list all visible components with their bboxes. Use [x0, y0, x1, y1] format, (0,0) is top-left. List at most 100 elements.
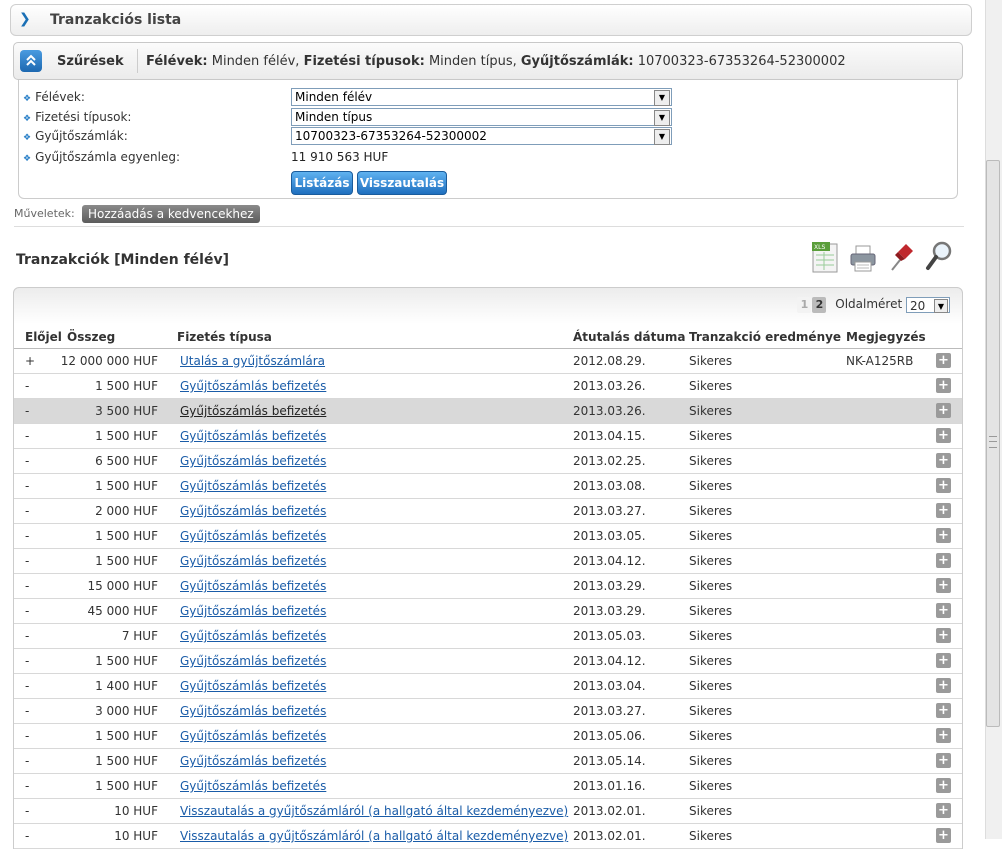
payment-type-link[interactable]: Gyűjtőszámlás befizetés — [180, 654, 326, 668]
table-row[interactable]: - 10 HUF Visszautalás a gyűjtőszámláról (a… — [14, 824, 962, 849]
expand-plus-icon[interactable]: + — [936, 553, 951, 568]
expand-plus-icon[interactable]: + — [936, 728, 951, 743]
table-row[interactable]: - 3 500 HUF Gyűjtőszámlás befizetés 2013.03… — [14, 399, 962, 424]
payment-types-select[interactable]: Minden típus ▼ — [291, 108, 672, 126]
filter-summary: Félévek: Minden félév, Fizetési típusok:… — [146, 54, 846, 69]
column-header-type[interactable]: Fizetés típusa — [177, 330, 272, 344]
column-header-result[interactable]: Tranzakció eredménye — [689, 330, 841, 344]
payment-type-link[interactable]: Gyűjtőszámlás befizetés — [180, 379, 326, 393]
payment-types-value: Minden típus — [295, 110, 373, 124]
expand-plus-icon[interactable]: + — [936, 703, 951, 718]
expand-plus-icon[interactable]: + — [936, 403, 951, 418]
table-row[interactable]: - 10 HUF Visszautalás a gyűjtőszámláról (a… — [14, 799, 962, 824]
payment-type-link[interactable]: Gyűjtőszámlás befizetés — [180, 704, 326, 718]
expand-plus-icon[interactable]: + — [936, 353, 951, 368]
page-link-current[interactable]: 2 — [812, 297, 827, 313]
table-row[interactable]: - 15 000 HUF Gyűjtőszámlás befizetés 2013.0… — [14, 574, 962, 599]
semesters-select[interactable]: Minden félév ▼ — [291, 88, 672, 106]
payment-type-link[interactable]: Gyűjtőszámlás befizetés — [180, 579, 326, 593]
payment-type-link[interactable]: Gyűjtőszámlás befizetés — [180, 554, 326, 568]
payment-type-link[interactable]: Gyűjtőszámlás befizetés — [180, 729, 326, 743]
pin-icon[interactable] — [886, 240, 916, 274]
column-header-amount[interactable]: Összeg — [67, 330, 115, 344]
collapse-filters-button[interactable] — [20, 50, 42, 72]
table-row[interactable]: - 1 500 HUF Gyűjtőszámlás befizetés 2013.04… — [14, 549, 962, 574]
page-link[interactable]: 1 — [797, 297, 812, 313]
table-row[interactable]: - 1 500 HUF Gyűjtőszámlás befizetés 2013.05… — [14, 724, 962, 749]
payment-type-link[interactable]: Gyűjtőszámlás befizetés — [180, 429, 326, 443]
payment-type-link[interactable]: Gyűjtőszámlás befizetés — [180, 629, 326, 643]
semesters-row: ❖ Félévek: — [23, 90, 85, 108]
table-row[interactable]: - 3 000 HUF Gyűjtőszámlás befizetés 2013.03… — [14, 699, 962, 724]
filter-panel: ❖ Félévek: Minden félév ▼ ❖ Fizetési típus… — [18, 80, 958, 199]
expand-plus-icon[interactable]: + — [936, 578, 951, 593]
scrollbar-thumb[interactable] — [986, 160, 1000, 727]
expand-plus-icon[interactable]: + — [936, 453, 951, 468]
expand-plus-icon[interactable]: + — [936, 503, 951, 518]
payment-type-link[interactable]: Gyűjtőszámlás befizetés — [180, 504, 326, 518]
payment-type-link[interactable]: Gyűjtőszámlás befizetés — [180, 779, 326, 793]
date-cell: 2013.03.27. — [573, 704, 646, 718]
page-title: Tranzakciós lista — [50, 12, 182, 28]
expand-plus-icon[interactable]: + — [936, 628, 951, 643]
payment-type-link[interactable]: Gyűjtőszámlás befizetés — [180, 404, 326, 418]
payment-type-link[interactable]: Visszautalás a gyűjtőszámláról (a hallga… — [180, 829, 568, 843]
expand-plus-icon[interactable]: + — [936, 428, 951, 443]
expand-plus-icon[interactable]: + — [936, 678, 951, 693]
table-row[interactable]: - 2 000 HUF Gyűjtőszámlás befizetés 2013.03… — [14, 499, 962, 524]
add-to-favorites-button[interactable]: Hozzáadás a kedvencekhez — [82, 205, 260, 223]
excel-export-icon[interactable]: XLS — [810, 240, 840, 274]
amount-cell: 1 500 HUF — [95, 729, 158, 743]
column-header-date[interactable]: Átutalás dátuma — [573, 330, 686, 344]
table-row[interactable]: - 1 400 HUF Gyűjtőszámlás befizetés 2013.03… — [14, 674, 962, 699]
table-row[interactable]: +12 000 000 HUF Utalás a gyűjtőszámlára 20… — [14, 349, 962, 374]
table-row[interactable]: - 1 500 HUF Gyűjtőszámlás befizetés 2013.04… — [14, 424, 962, 449]
expand-plus-icon[interactable]: + — [936, 603, 951, 618]
table-row[interactable]: - 6 500 HUF Gyűjtőszámlás befizetés 2013.02… — [14, 449, 962, 474]
refund-button[interactable]: Visszautalás — [357, 171, 447, 195]
payment-type-link[interactable]: Gyűjtőszámlás befizetés — [180, 529, 326, 543]
payment-type-link[interactable]: Gyűjtőszámlás befizetés — [180, 604, 326, 618]
expand-plus-icon[interactable]: + — [936, 528, 951, 543]
filters-label[interactable]: Szűrések — [57, 54, 124, 69]
dropdown-arrow-icon[interactable]: ▼ — [654, 90, 670, 106]
table-row[interactable]: - 45 000 HUF Gyűjtőszámlás befizetés 2013.0… — [14, 599, 962, 624]
dropdown-arrow-icon[interactable]: ▼ — [654, 129, 670, 145]
page-size-select[interactable]: 20 ▼ — [906, 297, 950, 313]
table-row[interactable]: - 1 500 HUF Gyűjtőszámlás befizetés 2013.03… — [14, 374, 962, 399]
table-row[interactable]: - 1 500 HUF Gyűjtőszámlás befizetés 2013.03… — [14, 474, 962, 499]
payment-type-link[interactable]: Gyűjtőszámlás befizetés — [180, 754, 326, 768]
payment-type-link[interactable]: Gyűjtőszámlás befizetés — [180, 679, 326, 693]
column-header-sign[interactable]: Előjel — [25, 330, 62, 344]
dropdown-arrow-icon[interactable]: ▼ — [654, 110, 670, 126]
note-cell: NK-A125RB — [846, 354, 914, 368]
payment-type-link[interactable]: Gyűjtőszámlás befizetés — [180, 479, 326, 493]
result-cell: Sikeres — [689, 554, 733, 568]
search-icon[interactable] — [924, 240, 954, 274]
dropdown-arrow-icon[interactable]: ▼ — [934, 299, 948, 313]
table-row[interactable]: - 7 HUF Gyűjtőszámlás befizetés 2013.05.03.… — [14, 624, 962, 649]
expand-plus-icon[interactable]: + — [936, 778, 951, 793]
expand-plus-icon[interactable]: + — [936, 828, 951, 843]
accounts-select[interactable]: 10700323-67353264-52300002 ▼ — [291, 127, 672, 145]
payment-type-link[interactable]: Utalás a gyűjtőszámlára — [180, 354, 325, 368]
payment-type-link[interactable]: Gyűjtőszámlás befizetés — [180, 454, 326, 468]
table-row[interactable]: - 1 500 HUF Gyűjtőszámlás befizetés 2013.04… — [14, 649, 962, 674]
column-header-note[interactable]: Megjegyzés — [846, 330, 926, 344]
amount-cell: 1 500 HUF — [95, 654, 158, 668]
accounts-row: ❖ Gyűjtőszámlák: — [23, 129, 128, 147]
print-icon[interactable] — [848, 240, 878, 274]
amount-cell: 10 HUF — [114, 829, 158, 843]
payment-type-link[interactable]: Visszautalás a gyűjtőszámláról (a hallga… — [180, 804, 568, 818]
table-row[interactable]: - 1 500 HUF Gyűjtőszámlás befizetés 2013.01… — [14, 774, 962, 799]
vertical-scrollbar[interactable] — [985, 0, 1002, 839]
table-row[interactable]: - 1 500 HUF Gyűjtőszámlás befizetés 2013.05… — [14, 749, 962, 774]
expand-plus-icon[interactable]: + — [936, 653, 951, 668]
table-row[interactable]: - 1 500 HUF Gyűjtőszámlás befizetés 2013.03… — [14, 524, 962, 549]
double-chevron-up-icon — [26, 54, 36, 66]
expand-plus-icon[interactable]: + — [936, 753, 951, 768]
expand-plus-icon[interactable]: + — [936, 803, 951, 818]
expand-plus-icon[interactable]: + — [936, 378, 951, 393]
list-button[interactable]: Listázás — [291, 171, 353, 195]
expand-plus-icon[interactable]: + — [936, 478, 951, 493]
